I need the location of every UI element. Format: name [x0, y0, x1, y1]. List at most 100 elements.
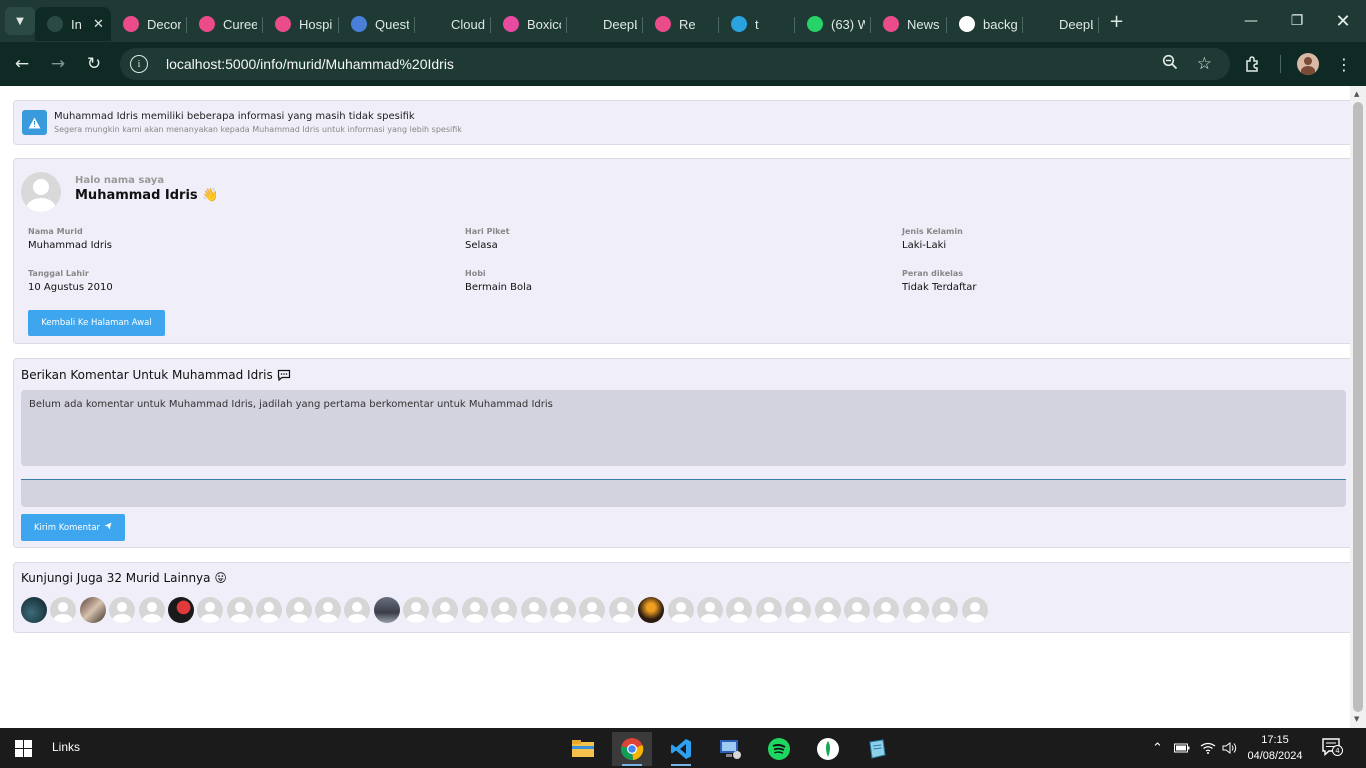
reload-button[interactable]: ↻: [76, 46, 112, 82]
address-bar[interactable]: i localhost:5000/info/murid/Muhammad%20I…: [120, 48, 1230, 80]
windows-start-button[interactable]: [15, 740, 32, 757]
browser-tab[interactable]: DeepL: [1023, 7, 1099, 41]
browser-tab[interactable]: DeepL: [567, 7, 643, 41]
student-avatar[interactable]: [403, 597, 430, 623]
student-avatar[interactable]: [167, 597, 194, 623]
browser-tab[interactable]: Boxico: [491, 7, 567, 41]
forward-button[interactable]: →: [40, 46, 76, 82]
student-avatar[interactable]: [667, 597, 694, 623]
browser-tab[interactable]: In ✕: [35, 7, 111, 41]
student-avatar[interactable]: [109, 597, 136, 623]
student-avatar[interactable]: [226, 597, 253, 623]
mongodb-compass-icon[interactable]: [808, 732, 848, 766]
show-hidden-icons[interactable]: ⌃: [1152, 728, 1163, 768]
student-avatar[interactable]: [285, 597, 312, 623]
other-students-title-text: Kunjungi Juga 32 Murid Lainnya: [21, 571, 211, 585]
system-clock[interactable]: 17:15 04/08/2024: [1240, 732, 1310, 764]
student-avatar[interactable]: [843, 597, 870, 623]
browser-tab[interactable]: Hospi: [263, 7, 339, 41]
comment-input[interactable]: [21, 479, 1346, 507]
close-tab-icon[interactable]: ✕: [93, 17, 104, 32]
student-avatar[interactable]: [638, 597, 665, 623]
student-avatar[interactable]: [873, 597, 900, 623]
page-viewport: Muhammad Idris memiliki beberapa informa…: [0, 86, 1350, 728]
wifi-icon[interactable]: [1200, 728, 1216, 768]
student-avatar[interactable]: [932, 597, 959, 623]
student-avatar[interactable]: [550, 597, 577, 623]
browser-tab[interactable]: t: [719, 7, 795, 41]
student-avatar[interactable]: [314, 597, 341, 623]
back-to-home-button[interactable]: Kembali Ke Halaman Awal: [28, 310, 165, 336]
browser-tab[interactable]: Cloud: [415, 7, 491, 41]
student-avatar[interactable]: [256, 597, 283, 623]
zoom-icon[interactable]: [1162, 54, 1178, 74]
student-avatar[interactable]: [961, 597, 988, 623]
student-avatar[interactable]: [579, 597, 606, 623]
profile-avatar[interactable]: [1297, 42, 1319, 86]
browser-tab[interactable]: (63) W: [795, 7, 871, 41]
chrome-taskbar-icon[interactable]: [612, 732, 652, 766]
student-avatar[interactable]: [696, 597, 723, 623]
dribbble-icon: [123, 16, 139, 32]
taskbar: Links ⌃ 17:15 04/08/2024 4: [0, 728, 1366, 768]
site-info-icon[interactable]: i: [130, 55, 148, 73]
maximize-button[interactable]: ❐: [1274, 0, 1320, 42]
student-avatar[interactable]: [50, 597, 77, 623]
new-tab-button[interactable]: +: [1109, 11, 1124, 32]
file-explorer-icon[interactable]: [563, 732, 603, 766]
scroll-up-icon[interactable]: ▲: [1354, 90, 1359, 98]
vscode-icon[interactable]: [661, 732, 701, 766]
student-avatar[interactable]: [197, 597, 224, 623]
student-name: Muhammad Idris 👋: [75, 188, 218, 203]
bookmark-star-icon[interactable]: ☆: [1197, 54, 1212, 74]
student-avatar[interactable]: [608, 597, 635, 623]
send-comment-button[interactable]: Kirim Komentar: [21, 514, 125, 541]
links-toolbar[interactable]: Links: [52, 740, 80, 754]
kebab-menu-icon[interactable]: ⋮: [1336, 42, 1352, 86]
battery-icon[interactable]: [1174, 728, 1190, 768]
field-value-piket: Selasa: [465, 240, 498, 251]
back-button[interactable]: ←: [4, 46, 40, 82]
browser-tab[interactable]: Decor: [111, 7, 187, 41]
browser-tab[interactable]: Curee: [187, 7, 263, 41]
student-avatar[interactable]: [432, 597, 459, 623]
chevron-down-icon: ▼: [16, 15, 24, 27]
close-window-button[interactable]: ✕: [1320, 0, 1366, 42]
browser-tab-title: Decor: [147, 16, 181, 32]
student-avatar[interactable]: [902, 597, 929, 623]
browser-tab[interactable]: Quest: [339, 7, 415, 41]
notepad-icon[interactable]: [857, 732, 897, 766]
student-avatar[interactable]: [344, 597, 371, 623]
tab-search-button[interactable]: ▼: [5, 7, 35, 35]
control-panel-icon[interactable]: [710, 732, 750, 766]
page-scrollbar[interactable]: ▲ ▼: [1350, 86, 1366, 728]
field-label-peran: Peran dikelas: [902, 269, 964, 278]
browser-tab-title: Cloud: [451, 16, 485, 32]
student-avatar[interactable]: [138, 597, 165, 623]
spotify-icon[interactable]: [759, 732, 799, 766]
student-avatar[interactable]: [814, 597, 841, 623]
browser-tab[interactable]: backg: [947, 7, 1023, 41]
browser-tab[interactable]: News: [871, 7, 947, 41]
scroll-down-icon[interactable]: ▼: [1354, 715, 1359, 723]
volume-icon[interactable]: [1222, 728, 1238, 768]
scrollbar-thumb[interactable]: [1353, 102, 1363, 712]
student-avatar[interactable]: [726, 597, 753, 623]
student-avatar[interactable]: [461, 597, 488, 623]
comment-section-title: Berikan Komentar Untuk Muhammad Idris: [21, 368, 291, 384]
browser-tab[interactable]: Re: [643, 7, 719, 41]
student-avatar[interactable]: [785, 597, 812, 623]
notification-center-icon[interactable]: 4: [1322, 738, 1343, 757]
address-url[interactable]: localhost:5000/info/murid/Muhammad%20Idr…: [166, 56, 454, 72]
comment-card: Berikan Komentar Untuk Muhammad Idris Be…: [13, 358, 1350, 548]
student-avatar[interactable]: [21, 597, 47, 623]
student-avatar[interactable]: [755, 597, 782, 623]
student-avatar[interactable]: [520, 597, 547, 623]
link-icon: [47, 16, 63, 32]
minimize-button[interactable]: —: [1228, 0, 1274, 42]
extensions-icon[interactable]: [1244, 42, 1262, 86]
other-students-title: Kunjungi Juga 32 Murid Lainnya 😛: [21, 571, 227, 585]
student-avatar[interactable]: [491, 597, 518, 623]
student-avatar[interactable]: [373, 597, 400, 623]
student-avatar[interactable]: [79, 597, 106, 623]
